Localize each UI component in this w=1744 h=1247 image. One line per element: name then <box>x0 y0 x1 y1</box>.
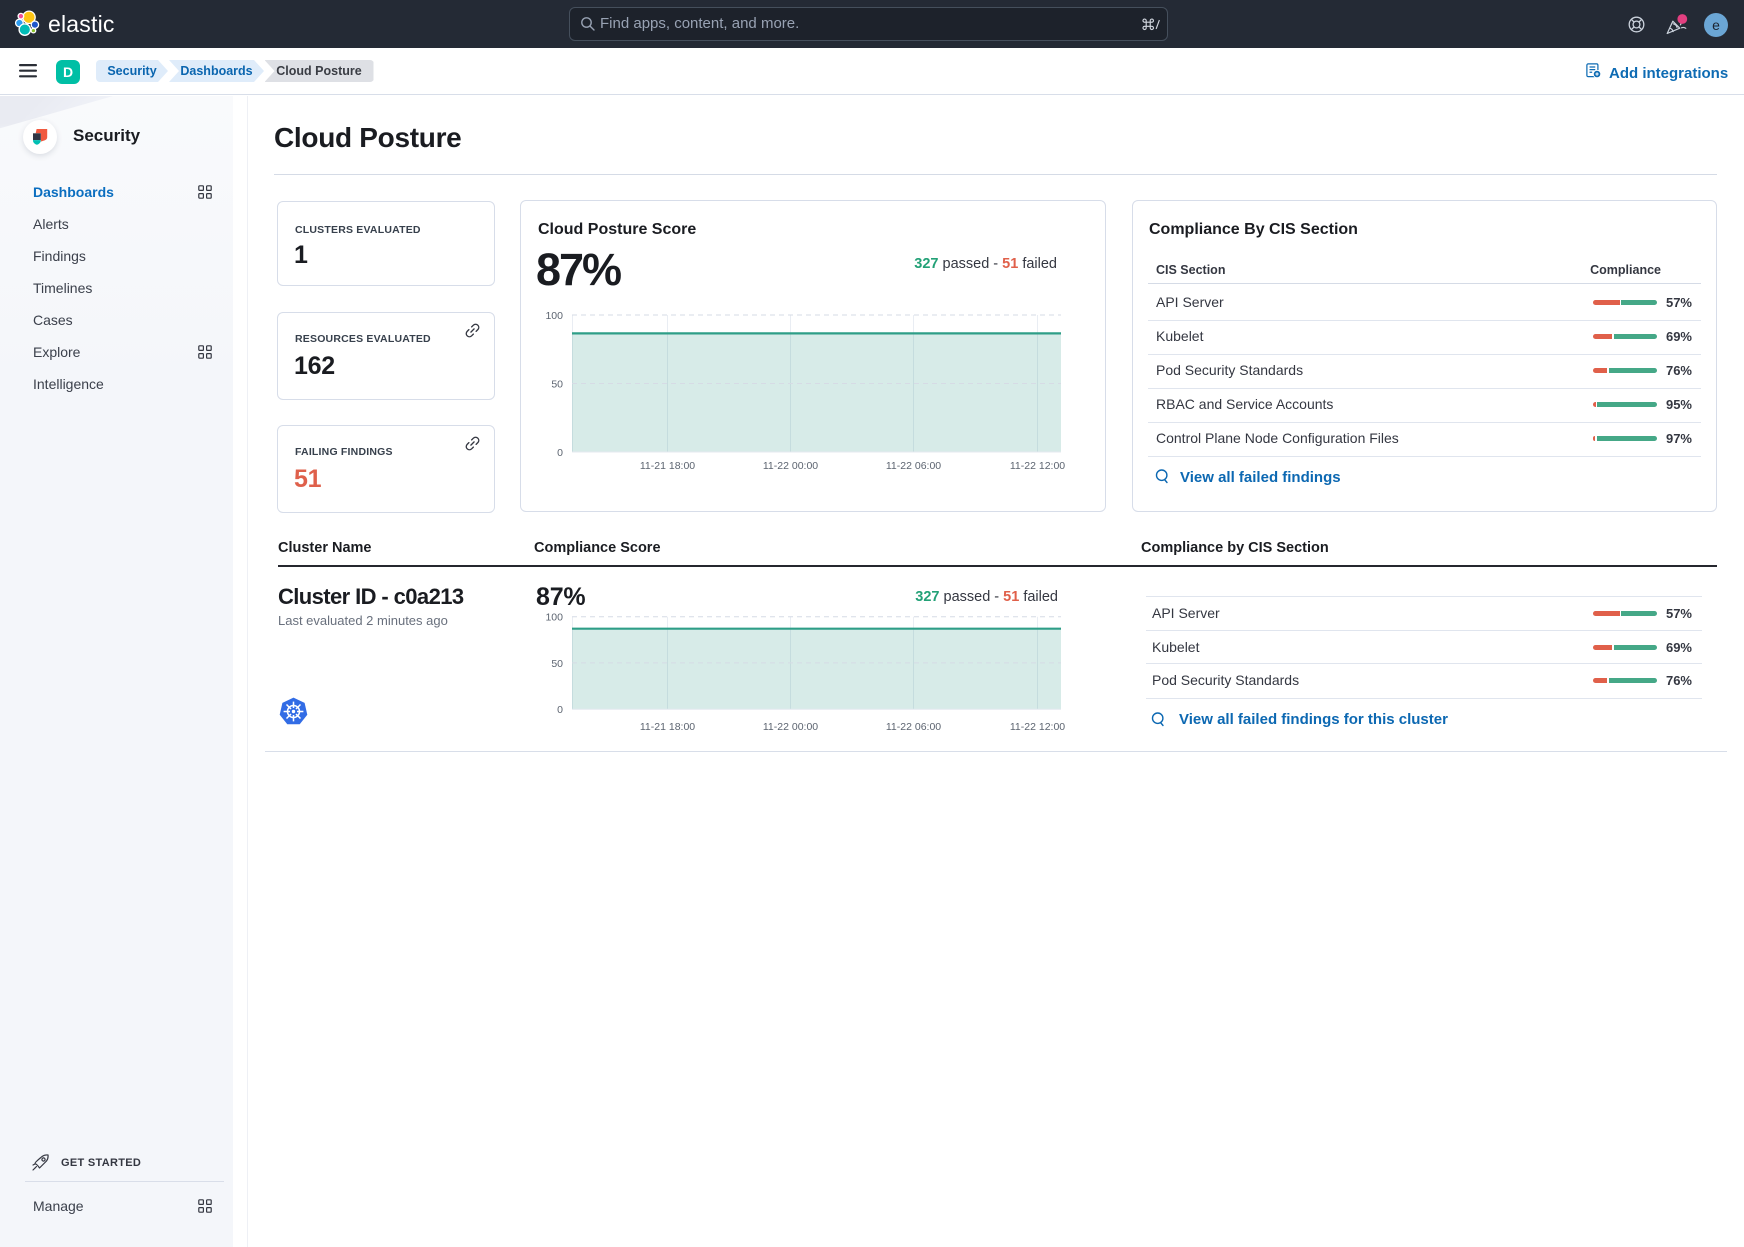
svg-text:50: 50 <box>551 379 563 391</box>
svg-text:0: 0 <box>557 447 563 459</box>
svg-text:11-22 06:00: 11-22 06:00 <box>886 721 941 733</box>
svg-text:11-22 00:00: 11-22 00:00 <box>763 460 818 472</box>
svg-text:11-21 18:00: 11-21 18:00 <box>640 460 695 472</box>
svg-text:11-21 18:00: 11-21 18:00 <box>640 721 695 733</box>
svg-text:11-22 12:00: 11-22 12:00 <box>1010 460 1065 472</box>
svg-text:11-22 12:00: 11-22 12:00 <box>1010 721 1065 733</box>
svg-text:11-22 06:00: 11-22 06:00 <box>886 460 941 472</box>
svg-text:50: 50 <box>551 658 563 670</box>
svg-text:11-22 00:00: 11-22 00:00 <box>763 721 818 733</box>
svg-text:100: 100 <box>545 612 563 624</box>
svg-text:0: 0 <box>557 704 563 716</box>
svg-text:100: 100 <box>545 310 563 322</box>
